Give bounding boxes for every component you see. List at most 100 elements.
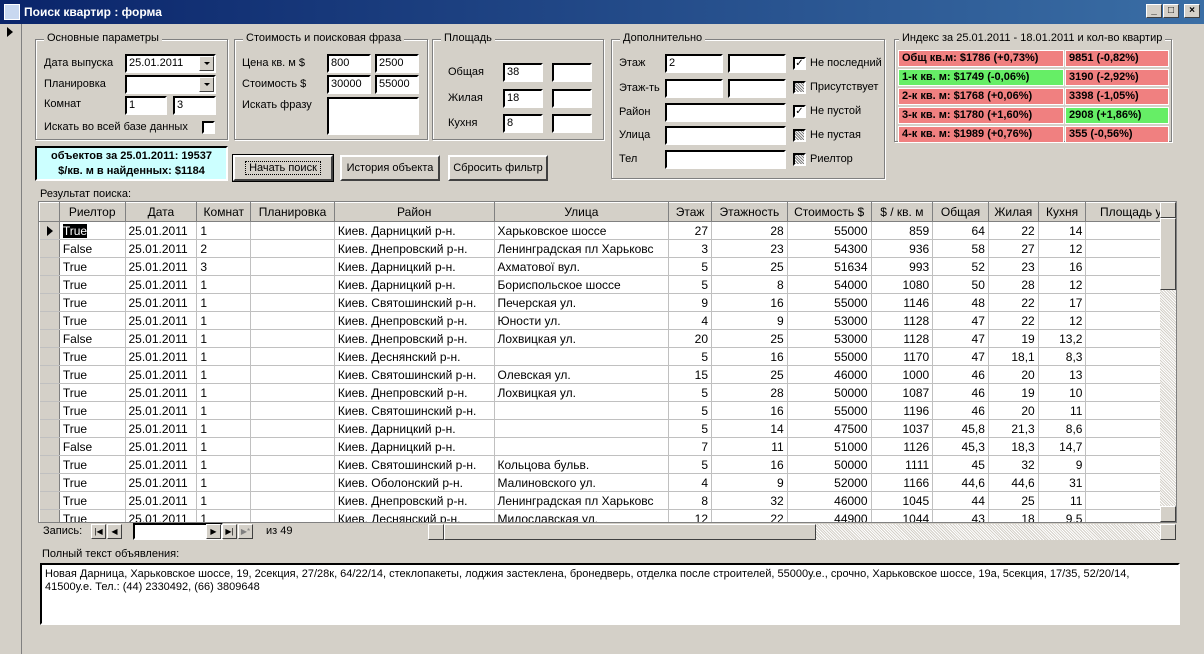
street-not-empty-checkbox[interactable] bbox=[793, 129, 806, 142]
table-cell[interactable]: 25.01.2011 bbox=[125, 383, 198, 402]
table-cell[interactable]: Киев. Днепровский р-н. bbox=[334, 383, 495, 402]
table-cell[interactable]: 5 bbox=[668, 383, 712, 402]
table-cell[interactable] bbox=[250, 437, 335, 456]
table-cell[interactable]: 55000 bbox=[787, 221, 872, 240]
table-cell[interactable]: 20 bbox=[988, 401, 1039, 420]
table-cell[interactable] bbox=[494, 419, 670, 438]
table-cell[interactable]: 11 bbox=[1038, 491, 1087, 510]
table-cell[interactable]: 1080 bbox=[871, 275, 934, 294]
table-cell[interactable]: 32 bbox=[711, 491, 788, 510]
maximize-button[interactable]: □ bbox=[1163, 4, 1179, 18]
table-cell[interactable]: 4 bbox=[668, 473, 712, 492]
table-cell[interactable]: 50000 bbox=[787, 383, 872, 402]
table-cell[interactable] bbox=[494, 401, 670, 420]
table-cell[interactable]: 1 bbox=[196, 437, 252, 456]
table-cell[interactable]: 9 bbox=[711, 311, 788, 330]
table-cell[interactable]: 25.01.2011 bbox=[125, 491, 198, 510]
table-cell[interactable]: Малиновского ул. bbox=[494, 473, 670, 492]
table-cell[interactable]: 9 bbox=[711, 473, 788, 492]
table-row[interactable]: True 25.01.2011 1 Киев. Святошинский р-н. 5 1… bbox=[39, 401, 1176, 420]
table-cell[interactable]: 45 bbox=[932, 455, 989, 474]
table-cell[interactable]: 13 bbox=[1038, 365, 1087, 384]
row-selector[interactable] bbox=[39, 365, 60, 384]
table-cell[interactable]: 1111 bbox=[871, 455, 934, 474]
table-cell[interactable]: 1128 bbox=[871, 311, 934, 330]
table-cell[interactable] bbox=[250, 455, 335, 474]
table-cell[interactable]: 58 bbox=[932, 239, 989, 258]
table-cell[interactable]: 5 bbox=[668, 275, 712, 294]
table-cell[interactable]: 25.01.2011 bbox=[125, 437, 198, 456]
table-cell[interactable]: True bbox=[59, 257, 126, 276]
table-cell[interactable] bbox=[250, 293, 335, 312]
table-cell[interactable]: 46 bbox=[932, 401, 989, 420]
district-input[interactable] bbox=[665, 103, 786, 122]
table-cell[interactable] bbox=[250, 401, 335, 420]
row-selector[interactable] bbox=[39, 473, 60, 492]
table-cell[interactable]: 1 bbox=[196, 401, 252, 420]
table-row[interactable]: True 25.01.2011 1 Киев. Днепровский р-н. Лох… bbox=[39, 383, 1176, 402]
table-cell[interactable]: 1044 bbox=[871, 509, 934, 522]
row-selector[interactable] bbox=[39, 383, 60, 402]
row-selector[interactable] bbox=[39, 275, 60, 294]
table-cell[interactable]: Киев. Дарницкий р-н. bbox=[334, 437, 495, 456]
last-record-icon[interactable]: ▶| bbox=[222, 524, 237, 539]
table-cell[interactable]: 1196 bbox=[871, 401, 934, 420]
table-row[interactable]: True 25.01.2011 1 Киев. Днепровский р-н. Лен… bbox=[39, 491, 1176, 510]
table-cell[interactable]: 5 bbox=[668, 455, 712, 474]
table-cell[interactable]: 28 bbox=[711, 383, 788, 402]
table-cell[interactable]: 25.01.2011 bbox=[125, 455, 198, 474]
table-cell[interactable]: 3 bbox=[196, 257, 252, 276]
table-cell[interactable]: 1 bbox=[196, 221, 252, 240]
column-header[interactable]: Риелтор bbox=[58, 202, 126, 222]
reset-filter-button[interactable]: Сбросить фильтр bbox=[448, 155, 548, 181]
layout-combo[interactable] bbox=[125, 75, 216, 94]
scroll-down-icon[interactable] bbox=[1160, 506, 1176, 522]
table-cell[interactable]: 25.01.2011 bbox=[125, 293, 198, 312]
table-cell[interactable] bbox=[494, 347, 670, 366]
table-cell[interactable]: 46 bbox=[932, 383, 989, 402]
table-cell[interactable]: True bbox=[59, 383, 126, 402]
row-selector[interactable] bbox=[39, 293, 60, 312]
start-search-button[interactable]: Начать поиск bbox=[232, 154, 334, 182]
table-cell[interactable] bbox=[250, 365, 335, 384]
table-cell[interactable]: 1037 bbox=[871, 419, 934, 438]
table-cell[interactable]: 19 bbox=[988, 329, 1039, 348]
table-row[interactable]: True 25.01.2011 1 Киев. Святошинский р-н. Ол… bbox=[39, 365, 1176, 384]
table-row[interactable]: True 25.01.2011 1 Киев. Днепровский р-н. Юно… bbox=[39, 311, 1176, 330]
table-cell[interactable]: 8 bbox=[668, 491, 712, 510]
table-cell[interactable]: 44,6 bbox=[932, 473, 989, 492]
table-cell[interactable]: Киев. Святошинский р-н. bbox=[334, 455, 495, 474]
select-all-header[interactable] bbox=[39, 202, 60, 222]
table-cell[interactable]: 1045 bbox=[871, 491, 934, 510]
table-cell[interactable]: 14,7 bbox=[1038, 437, 1087, 456]
table-cell[interactable]: 14 bbox=[711, 419, 788, 438]
table-cell[interactable]: 993 bbox=[871, 257, 934, 276]
table-cell[interactable]: 16 bbox=[711, 401, 788, 420]
table-cell[interactable]: 1 bbox=[196, 491, 252, 510]
column-header[interactable]: Общая bbox=[932, 202, 989, 222]
table-cell[interactable]: 5 bbox=[668, 257, 712, 276]
living-area-to-input[interactable] bbox=[552, 89, 592, 108]
column-header[interactable]: Улица bbox=[493, 202, 670, 222]
table-cell[interactable]: 25.01.2011 bbox=[125, 473, 198, 492]
table-cell[interactable]: 46000 bbox=[787, 365, 872, 384]
row-selector[interactable] bbox=[39, 401, 60, 420]
column-header[interactable]: Жилая bbox=[987, 202, 1039, 222]
table-cell[interactable]: True bbox=[59, 311, 126, 330]
table-cell[interactable]: 1 bbox=[196, 311, 252, 330]
table-cell[interactable]: Кольцова бульв. bbox=[494, 455, 670, 474]
table-cell[interactable]: 18 bbox=[988, 509, 1039, 522]
table-cell[interactable]: 51000 bbox=[787, 437, 872, 456]
table-cell[interactable]: Киев. Днепровский р-н. bbox=[334, 239, 495, 258]
table-cell[interactable]: 46 bbox=[932, 365, 989, 384]
table-cell[interactable]: 9 bbox=[1038, 455, 1087, 474]
table-row[interactable]: True 25.01.2011 1 Киев. Деснянский р-н. Мило… bbox=[39, 509, 1176, 522]
date-combo[interactable]: 25.01.2011 bbox=[125, 54, 216, 73]
table-row[interactable]: True 25.01.2011 1 Киев. Святошинский р-н. Ко… bbox=[39, 455, 1176, 474]
new-record-icon[interactable]: ▶* bbox=[238, 524, 253, 539]
table-row[interactable]: False 25.01.2011 2 Киев. Днепровский р-н. Ле… bbox=[39, 239, 1176, 258]
table-cell[interactable]: Киев. Дарницкий р-н. bbox=[334, 221, 495, 240]
table-cell[interactable]: False bbox=[59, 329, 126, 348]
table-cell[interactable]: Печерская ул. bbox=[494, 293, 670, 312]
table-cell[interactable]: 20 bbox=[988, 365, 1039, 384]
